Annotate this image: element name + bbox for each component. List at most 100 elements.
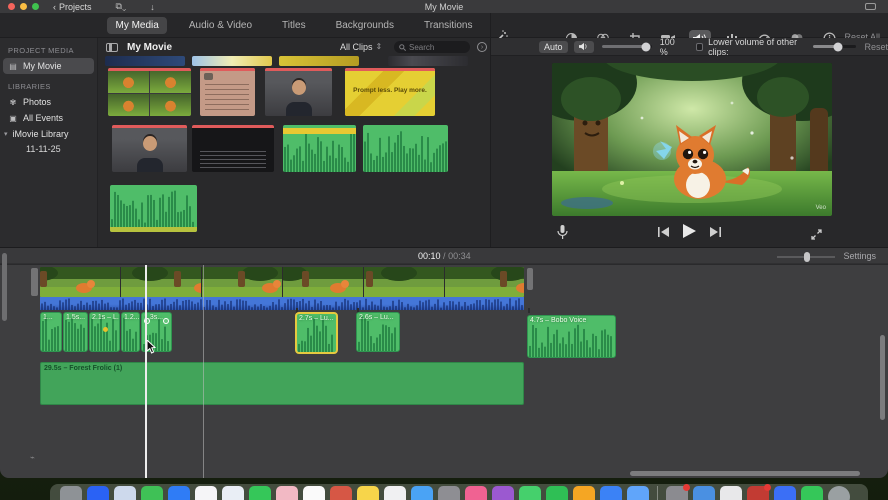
tab-backgrounds[interactable]: Backgrounds	[328, 17, 402, 34]
audio-clip[interactable]: 2.1s – L...	[89, 312, 120, 352]
timeline-vertical-scrollbar[interactable]	[880, 335, 885, 420]
dock-app-icon[interactable]	[720, 486, 742, 500]
audio-clip[interactable]: 2.6s – Lu...	[356, 312, 400, 352]
media-thumbnail-notes[interactable]	[200, 68, 255, 116]
ducking-slider[interactable]	[813, 42, 857, 51]
dock-app-icon[interactable]	[411, 486, 433, 500]
audio-clip-selected[interactable]: 2.7s – Lu...	[295, 312, 338, 354]
fullscreen-icon[interactable]	[811, 227, 822, 245]
clip-filter-dropdown[interactable]: All Clips ⇕	[340, 42, 382, 52]
media-thumbnail-audio[interactable]	[363, 125, 448, 172]
dock-app-icon[interactable]	[384, 486, 406, 500]
dock-app-icon[interactable]	[801, 486, 823, 500]
play-button[interactable]	[683, 223, 696, 243]
skimmer-line	[203, 265, 204, 478]
dock-app-icon[interactable]	[303, 486, 325, 500]
dock-app-icon[interactable]	[276, 486, 298, 500]
notification-badge	[683, 484, 690, 491]
dock-app-icon[interactable]	[492, 486, 514, 500]
chevron-down-icon[interactable]: ▾	[4, 130, 8, 138]
media-thumbnail[interactable]	[192, 56, 272, 66]
dock-app-icon[interactable]	[546, 486, 568, 500]
settings-button[interactable]: Settings	[843, 251, 876, 261]
clip-trim-handle[interactable]	[527, 268, 533, 290]
dock-app-icon[interactable]	[87, 486, 109, 500]
dock-app-icon[interactable]	[600, 486, 622, 500]
media-thumbnail-presenter[interactable]	[112, 125, 187, 172]
audio-clip[interactable]: 1.2...	[121, 312, 140, 352]
dock-app-icon[interactable]	[330, 486, 352, 500]
tab-titles[interactable]: Titles	[274, 17, 314, 34]
sidebar-toggle-icon[interactable]	[106, 42, 118, 52]
photos-icon: ✾	[9, 97, 17, 107]
tab-my-media[interactable]: My Media	[107, 17, 167, 34]
dock-app-icon[interactable]	[465, 486, 487, 500]
video-audio-waveform[interactable]	[40, 297, 524, 310]
sidebar-item-my-movie[interactable]: ▤ My Movie	[3, 58, 94, 74]
timeline-zoom-slider[interactable]	[777, 252, 835, 262]
clip-trim-handle[interactable]	[31, 268, 38, 296]
media-tabs: My Media Audio & Video Titles Background…	[98, 13, 490, 38]
dock-app-icon[interactable]	[195, 486, 217, 500]
media-thumbnail-presenter[interactable]	[265, 68, 332, 116]
media-thumbnail[interactable]	[105, 56, 185, 66]
media-thumbnail-screen-recording[interactable]	[192, 125, 274, 172]
updown-chevron-icon: ⇕	[375, 42, 383, 51]
libraries-sidebar: PROJECT MEDIA ▤ My Movie LIBRARIES ✾ Pho…	[0, 38, 98, 247]
audio-clip[interactable]: 4.7s – Bobo Voice	[527, 315, 616, 358]
auto-volume-button[interactable]: Auto	[539, 40, 568, 53]
dock-app-icon[interactable]	[222, 486, 244, 500]
mute-button[interactable]	[573, 40, 594, 53]
dock-app-icon[interactable]	[249, 486, 271, 500]
volume-slider[interactable]	[601, 42, 652, 51]
dock-app-icon[interactable]	[519, 486, 541, 500]
playhead[interactable]	[145, 265, 147, 478]
sidebar-item-event[interactable]: 11-11-25	[0, 142, 97, 156]
dock-app-icon[interactable]	[114, 486, 136, 500]
browser-title: My Movie	[127, 41, 173, 53]
dock-app-icon[interactable]	[666, 484, 690, 500]
audio-clip[interactable]: 1.5s...	[63, 312, 88, 352]
project-media-header: PROJECT MEDIA	[8, 46, 74, 55]
sidebar-item-all-events[interactable]: ▣ All Events	[0, 110, 97, 126]
timeline-video-frame	[121, 267, 213, 297]
lower-volume-checkbox[interactable]	[695, 42, 704, 51]
previous-frame-button[interactable]	[658, 224, 669, 242]
video-clip-filmstrip[interactable]	[40, 267, 524, 297]
search-input[interactable]	[409, 42, 465, 52]
media-thumbnail-audio[interactable]	[283, 125, 356, 172]
background-music-clip[interactable]: 29.5s – Forest Frolic (1)	[40, 362, 524, 405]
media-thumbnail-fox-grid[interactable]	[108, 68, 191, 116]
dock-app-icon[interactable]	[573, 486, 595, 500]
libraries-header: LIBRARIES	[8, 82, 51, 91]
dock-app-icon[interactable]	[693, 486, 715, 500]
dock-app-icon[interactable]	[357, 486, 379, 500]
dock-app-icon[interactable]	[168, 486, 190, 500]
filmstrip-icon: ▤	[9, 61, 17, 71]
timeline-left-scrollbar[interactable]	[2, 253, 7, 321]
sidebar-item-photos[interactable]: ✾ Photos	[0, 94, 97, 110]
imovie-window: ‹ Projects ⧉⌄ ↓ My Movie My Media Audio …	[0, 0, 888, 478]
reset-button[interactable]: Reset	[864, 42, 888, 52]
dock-app-icon[interactable]	[774, 486, 796, 500]
media-thumbnail[interactable]	[388, 56, 468, 66]
tab-audio-video[interactable]: Audio & Video	[181, 17, 260, 34]
dock-app-icon[interactable]	[141, 486, 163, 500]
dock-app-icon[interactable]	[438, 486, 460, 500]
media-thumbnail-promo[interactable]: Prompt less. Play more.	[345, 68, 435, 116]
media-thumbnail-audio[interactable]	[110, 185, 197, 232]
sidebar-item-imovie-library[interactable]: ▾ iMovie Library	[0, 126, 97, 142]
dock-app-icon[interactable]	[627, 486, 649, 500]
media-thumbnail[interactable]	[279, 56, 359, 66]
fade-handle[interactable]	[163, 318, 169, 324]
dock-app-icon[interactable]	[747, 484, 771, 500]
trash-icon[interactable]	[828, 486, 850, 500]
tab-transitions[interactable]: Transitions	[416, 17, 481, 34]
next-frame-button[interactable]	[710, 224, 721, 242]
search-field[interactable]	[394, 41, 470, 53]
browser-collapse-icon[interactable]: ›	[477, 42, 487, 52]
timeline-horizontal-scrollbar[interactable]	[630, 471, 860, 476]
dock-app-icon[interactable]	[60, 486, 82, 500]
audio-clip[interactable]: 1...	[40, 312, 62, 352]
volume-percent: 100 %	[659, 36, 675, 57]
